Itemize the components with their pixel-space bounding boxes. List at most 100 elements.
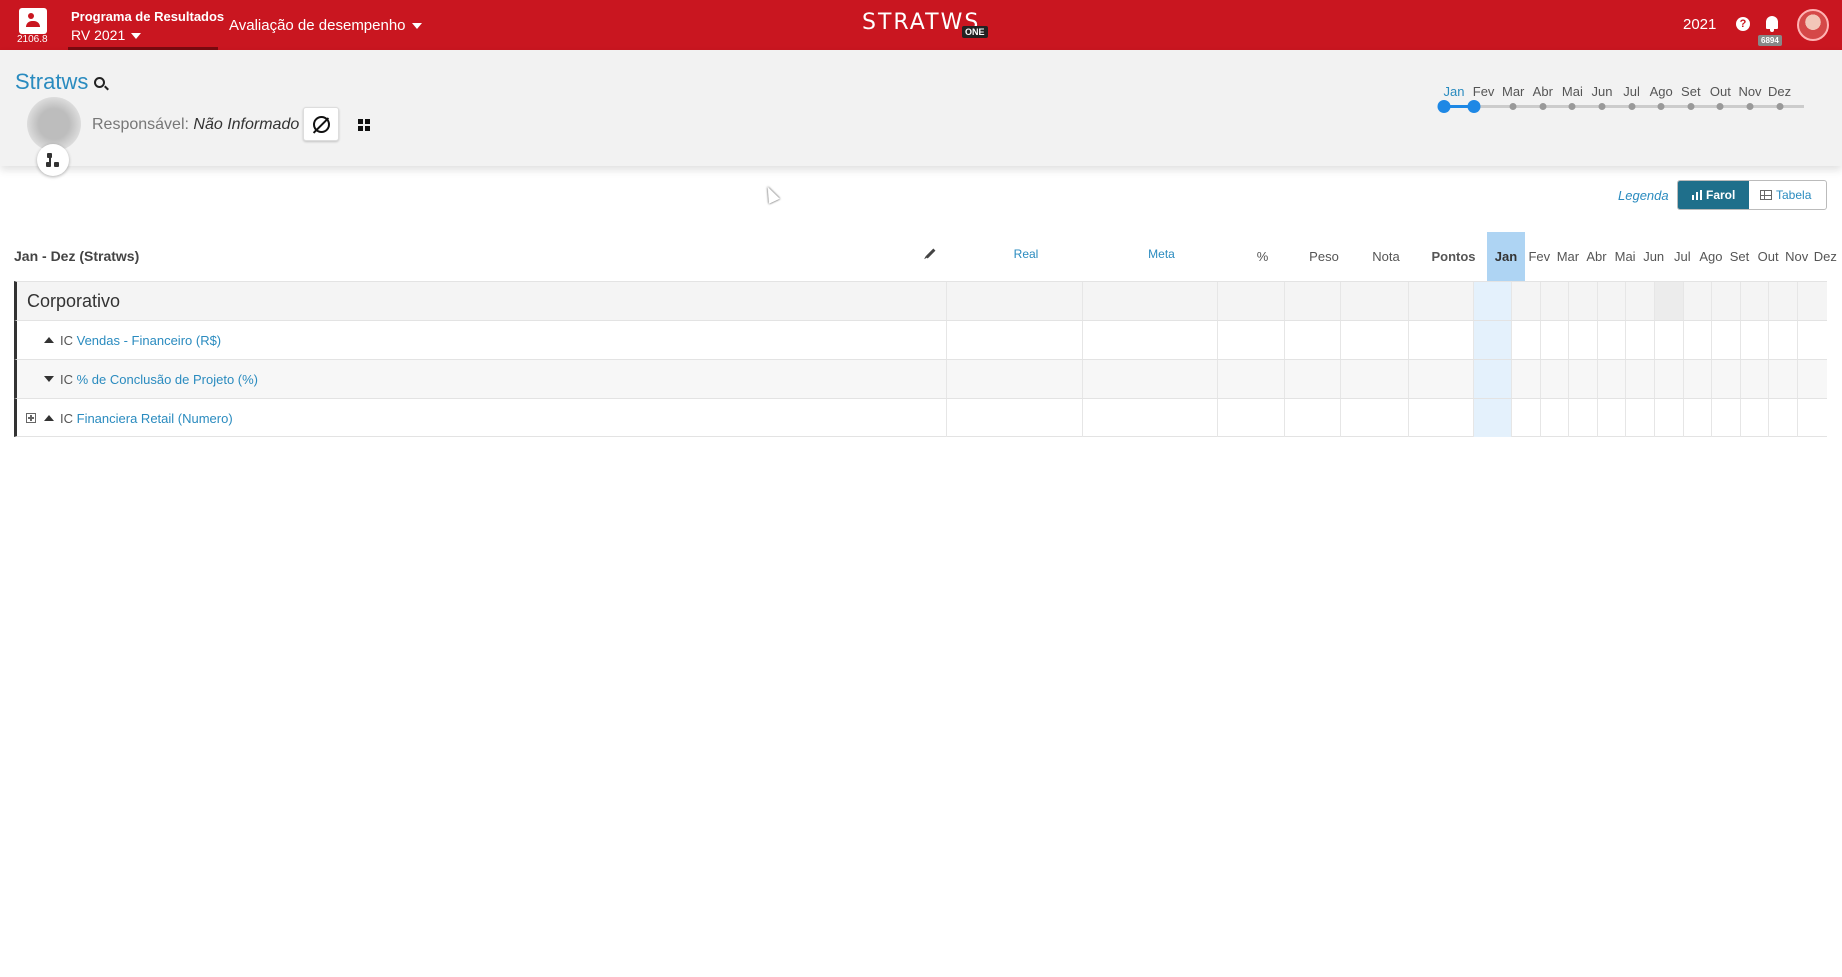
group-title: Corporativo [27, 291, 121, 311]
column-meta[interactable]: Meta [1094, 232, 1229, 281]
legend-link[interactable]: Legenda [1618, 188, 1669, 203]
month-cell [1625, 399, 1654, 437]
table-row[interactable]: IC Vendas - Financeiro (R$) [14, 320, 1827, 359]
table-cell [1408, 360, 1475, 398]
year-selector[interactable]: 2021 [1683, 16, 1716, 33]
column-month-jun[interactable]: Jun [1639, 232, 1668, 281]
bell-icon[interactable] [1764, 15, 1780, 33]
month-cell [1711, 399, 1740, 437]
page-title[interactable]: Stratws [15, 69, 88, 95]
notification-count-badge: 6894 [1758, 35, 1782, 46]
column-month-ago[interactable]: Ago [1697, 232, 1726, 281]
kpi-link[interactable]: % de Conclusão de Projeto (%) [77, 372, 258, 387]
table-cell [1082, 399, 1217, 437]
timeline-dot[interactable] [1687, 103, 1695, 110]
kpi-label: IC Financiera Retail (Numero) [60, 411, 233, 426]
grid-view-icon[interactable] [358, 119, 370, 131]
month-cell [1654, 282, 1683, 320]
column-month-mai[interactable]: Mai [1611, 232, 1640, 281]
timeline-dot[interactable] [1568, 103, 1576, 110]
column-month-set[interactable]: Set [1725, 232, 1754, 281]
table-cell [1408, 399, 1475, 437]
empty-filter-button[interactable] [303, 107, 339, 141]
column-month-jul[interactable]: Jul [1668, 232, 1697, 281]
caret-down-icon [411, 23, 422, 30]
timeline-dot[interactable] [1628, 103, 1636, 110]
help-icon[interactable]: ? [1736, 17, 1750, 31]
column-real[interactable]: Real [958, 232, 1094, 281]
period-label: Jan - Dez (Stratws) [14, 248, 140, 264]
app-version: 2106.8 [17, 34, 48, 45]
month-cell [1682, 360, 1712, 398]
column-month-out[interactable]: Out [1754, 232, 1783, 281]
timeline-month-abr[interactable]: Abr [1533, 84, 1553, 99]
column-month-mar[interactable]: Mar [1554, 232, 1583, 281]
timeline-month-dez[interactable]: Dez [1768, 84, 1791, 99]
table-cell [1284, 399, 1340, 437]
timeline-month-jun[interactable]: Jun [1592, 84, 1613, 99]
kpi-link[interactable]: Vendas - Financeiro (R$) [77, 333, 222, 348]
trend-up-icon [44, 337, 54, 343]
timeline-month-out[interactable]: Out [1710, 84, 1731, 99]
table-row[interactable]: IC % de Conclusão de Projeto (%) [14, 359, 1827, 398]
table-row[interactable]: IC Financiera Retail (Numero) [14, 398, 1827, 437]
search-icon[interactable] [94, 77, 105, 88]
hierarchy-button[interactable] [37, 144, 69, 176]
evaluation-menu[interactable]: Avaliação de desempenho [229, 17, 422, 34]
timeline-end-handle[interactable] [1467, 100, 1481, 113]
timeline-month-mai[interactable]: Mai [1562, 84, 1583, 99]
timeline-dot[interactable] [1716, 103, 1724, 110]
trend-down-icon [44, 376, 54, 382]
program-title: Programa de Resultados [71, 9, 225, 24]
program-cycle-dropdown[interactable]: RV 2021 [71, 27, 142, 43]
program-selector[interactable]: Programa de Resultados RV 2021 [68, 0, 224, 50]
timeline-dot[interactable] [1509, 103, 1517, 110]
stratws-logo[interactable]: STRATWS ONE [862, 10, 992, 40]
mouse-cursor [762, 184, 780, 204]
timeline-month-jul[interactable]: Jul [1623, 84, 1640, 99]
pencil-icon[interactable] [925, 248, 936, 259]
tabela-label: Tabela [1776, 188, 1812, 202]
month-cell [1682, 321, 1712, 359]
responsible-value: Não Informado [193, 116, 300, 133]
timeline-dot[interactable] [1746, 103, 1754, 110]
month-cell [1511, 321, 1540, 359]
month-cell [1654, 399, 1683, 437]
column-month-jan[interactable]: Jan [1487, 232, 1525, 281]
month-timeline-slider[interactable]: Jan Fev Mar Abr Mai Jun Jul Ago Set Out Nov Dez [1437, 80, 1810, 120]
timeline-month-ago[interactable]: Ago [1650, 84, 1673, 99]
month-cell [1768, 360, 1797, 398]
kpi-label: IC % de Conclusão de Projeto (%) [60, 372, 258, 387]
entity-header: Stratws Responsável: Não Informado Jan Fe… [0, 50, 1842, 176]
empty-set-icon [313, 116, 330, 133]
timeline-month-mar[interactable]: Mar [1502, 84, 1524, 99]
column-month-dez[interactable]: Dez [1811, 232, 1840, 281]
table-cell [1217, 360, 1284, 398]
timeline-dot[interactable] [1776, 103, 1784, 110]
month-cell [1739, 399, 1769, 437]
timeline-dot[interactable] [1539, 103, 1547, 110]
tabela-view-button[interactable]: Tabela [1749, 181, 1826, 209]
user-avatar[interactable] [1797, 9, 1829, 41]
month-cell [1739, 282, 1769, 320]
timeline-month-fev[interactable]: Fev [1473, 84, 1495, 99]
table-icon [1760, 190, 1772, 200]
table-cell [1340, 360, 1408, 398]
month-cell [1539, 321, 1569, 359]
timeline-dot[interactable] [1598, 103, 1606, 110]
timeline-month-set[interactable]: Set [1681, 84, 1701, 99]
timeline-month-nov[interactable]: Nov [1738, 84, 1761, 99]
kpi-link[interactable]: Financiera Retail (Numero) [77, 411, 233, 426]
column-month-nov[interactable]: Nov [1782, 232, 1811, 281]
column-month-fev[interactable]: Fev [1525, 232, 1554, 281]
timeline-month-jan[interactable]: Jan [1444, 84, 1465, 99]
profile-card-icon[interactable] [19, 8, 47, 34]
column-month-abr[interactable]: Abr [1582, 232, 1611, 281]
timeline-dot[interactable] [1657, 103, 1665, 110]
expand-plus-icon[interactable] [26, 413, 36, 423]
month-cell [1511, 282, 1540, 320]
table-cell [946, 399, 1082, 437]
farol-view-button[interactable]: Farol [1678, 181, 1749, 209]
timeline-start-handle[interactable] [1437, 100, 1451, 113]
table-cell [1082, 321, 1217, 359]
